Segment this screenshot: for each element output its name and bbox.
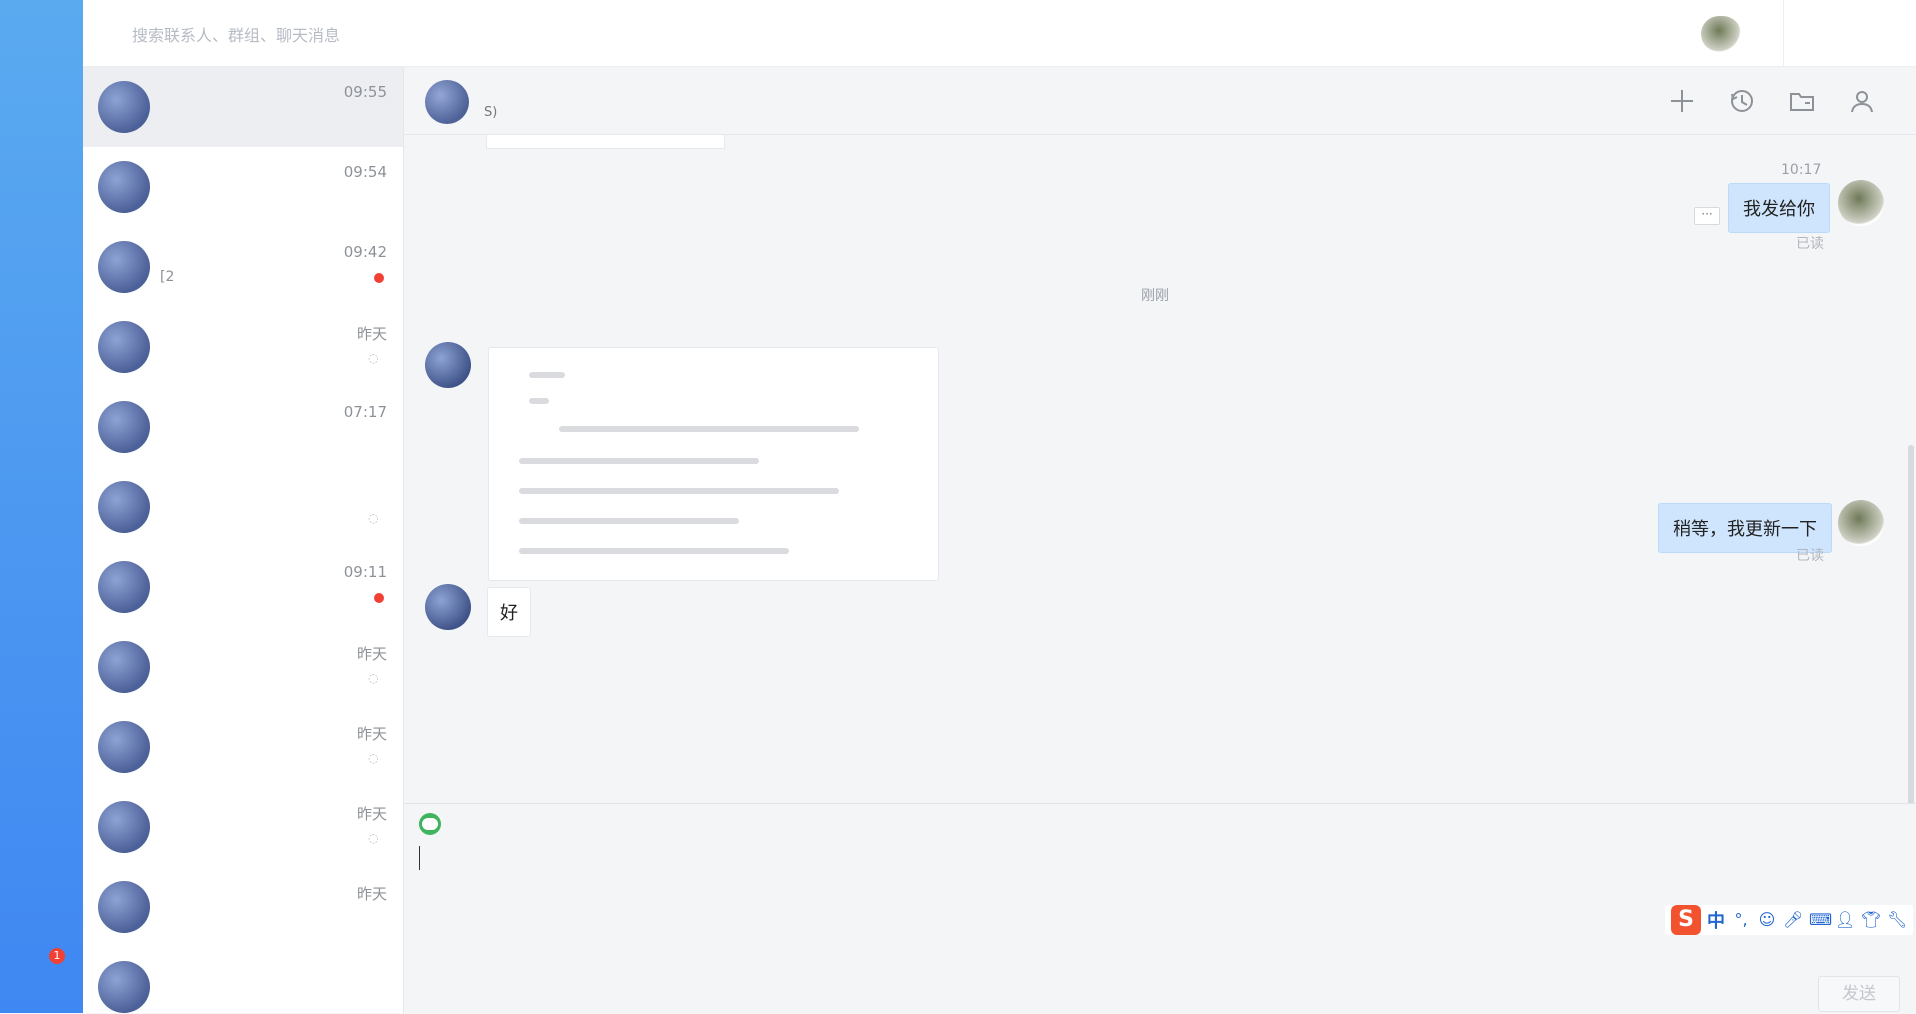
chat-avatar	[98, 721, 150, 773]
mute-icon: ◌	[368, 511, 379, 525]
doc-line	[519, 488, 839, 494]
folder-icon[interactable]	[1786, 85, 1818, 117]
chat-item[interactable]: 昨天	[83, 867, 403, 947]
conversation-subtitle: S)	[484, 105, 498, 120]
chat-item[interactable]: 昨天 ◌	[83, 307, 403, 387]
unread-dot	[374, 593, 384, 603]
user-icon[interactable]: 👤︎	[1835, 910, 1855, 930]
chat-avatar	[98, 81, 150, 133]
chat-item[interactable]	[83, 947, 403, 1013]
chat-avatar	[98, 881, 150, 933]
chat-avatar	[98, 161, 150, 213]
ime-toolbar[interactable]: S 中 °, ☺ 🎤︎ ⌨ 👤︎ 👕︎ 🔧︎	[1665, 905, 1913, 935]
my-avatar[interactable]	[1838, 180, 1884, 226]
smiley-icon[interactable]: ☺	[1757, 910, 1777, 930]
chat-avatar	[98, 641, 150, 693]
doc-line	[519, 518, 739, 524]
conversation-avatar[interactable]	[425, 80, 469, 124]
chat-avatar	[98, 241, 150, 293]
partial-message-card	[486, 135, 725, 149]
chat-item[interactable]: 昨天 ◌	[83, 787, 403, 867]
chat-time: 昨天	[356, 885, 387, 903]
chat-time: 09:55	[343, 83, 387, 101]
punctuation-icon[interactable]: °,	[1731, 910, 1751, 930]
top-divider	[1783, 0, 1784, 66]
mute-icon: ◌	[368, 351, 379, 365]
left-rail: 1	[0, 0, 83, 1013]
skin-icon[interactable]: 👕︎	[1861, 910, 1881, 930]
chat-item[interactable]: 昨天 ◌	[83, 627, 403, 707]
top-bar: 搜索联系人、群组、聊天消息	[83, 0, 1916, 67]
chat-preview: [2	[160, 269, 175, 285]
read-receipt: 已读	[1796, 548, 1824, 564]
message-bubble-outgoing[interactable]: 我发给你	[1728, 183, 1830, 233]
doc-line	[519, 458, 759, 464]
chat-avatar	[98, 961, 150, 1013]
read-receipt: 已读	[1796, 236, 1824, 252]
doc-line	[559, 426, 859, 432]
add-icon[interactable]	[1666, 85, 1698, 117]
chat-item[interactable]: ◌	[83, 467, 403, 547]
chat-time: 昨天	[356, 325, 387, 343]
chat-avatar	[98, 401, 150, 453]
chat-avatar	[98, 561, 150, 613]
mute-icon: ◌	[368, 751, 379, 765]
unread-dot	[374, 273, 384, 283]
chat-item[interactable]: 09:54	[83, 147, 403, 227]
message-area[interactable]: 10:17 我发给你 ··· 已读 刚刚 稍等，我更新一下 已读 好	[404, 135, 1904, 803]
keyboard-icon[interactable]: ⌨	[1809, 910, 1832, 930]
doc-line	[529, 398, 549, 404]
ime-mode[interactable]: 中	[1707, 907, 1725, 933]
peer-avatar[interactable]	[425, 584, 471, 630]
chat-time: 07:17	[343, 403, 387, 421]
chat-time: 昨天	[356, 805, 387, 823]
file-message-card[interactable]	[488, 347, 939, 581]
message-bubble-incoming[interactable]: 好	[487, 587, 531, 637]
chat-avatar	[98, 481, 150, 533]
history-icon[interactable]	[1726, 85, 1758, 117]
text-cursor	[419, 846, 420, 870]
message-time: 10:17	[1781, 162, 1822, 178]
user-icon[interactable]	[1846, 85, 1878, 117]
wrench-icon[interactable]: 🔧︎	[1887, 910, 1907, 930]
more-options-icon[interactable]: ···	[1694, 207, 1720, 225]
doc-line	[529, 372, 565, 378]
composer[interactable]: S 中 °, ☺ 🎤︎ ⌨ 👤︎ 👕︎ 🔧︎ 发送	[404, 803, 1916, 1014]
sogou-logo-icon[interactable]: S	[1671, 905, 1701, 935]
message-scrollbar[interactable]	[1908, 445, 1914, 805]
emoji-icon[interactable]	[419, 813, 441, 835]
chat-item[interactable]: 09:11	[83, 547, 403, 627]
doc-line	[519, 548, 789, 554]
chat-item[interactable]: 09:42 [2	[83, 227, 403, 307]
send-button[interactable]: 发送	[1818, 976, 1900, 1012]
mute-icon: ◌	[368, 831, 379, 845]
mute-icon: ◌	[368, 671, 379, 685]
my-avatar[interactable]	[1838, 500, 1884, 546]
chat-time: 09:42	[343, 243, 387, 261]
microphone-icon[interactable]: 🎤︎	[1783, 910, 1803, 930]
chat-header: S)	[404, 67, 1916, 135]
chat-time: 昨天	[356, 645, 387, 663]
chat-item[interactable]: 09:55	[83, 67, 403, 147]
search-input[interactable]: 搜索联系人、群组、聊天消息	[132, 22, 340, 46]
user-avatar[interactable]	[1701, 16, 1741, 52]
time-divider: 刚刚	[1141, 288, 1169, 304]
peer-avatar[interactable]	[425, 342, 471, 388]
chat-list[interactable]: 09:55 09:54 09:42 [2 昨天 ◌ 07:17 ◌ 09:11 昨天 ◌ 昨天 ◌ 昨天 ◌…	[83, 67, 404, 1013]
chat-time: 09:54	[343, 163, 387, 181]
chat-item[interactable]: 07:17	[83, 387, 403, 467]
chat-avatar	[98, 321, 150, 373]
chat-time: 09:11	[343, 563, 387, 581]
chat-time: 昨天	[356, 725, 387, 743]
chat-item[interactable]: 昨天 ◌	[83, 707, 403, 787]
unread-badge: 1	[49, 948, 65, 964]
chat-avatar	[98, 801, 150, 853]
